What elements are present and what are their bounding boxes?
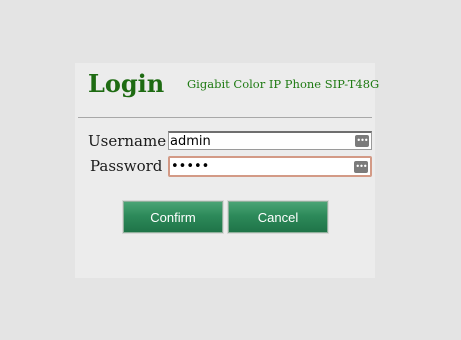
password-manager-key-icon[interactable]: ••• [355,135,369,147]
password-manager-key-icon[interactable]: ••• [354,160,368,173]
device-model-label: Gigabit Color IP Phone SIP-T48G [187,77,380,91]
confirm-button[interactable]: Confirm [122,200,224,234]
divider [78,117,372,118]
password-label: Password [90,157,163,175]
page-title: Login [88,69,165,98]
cancel-button[interactable]: Cancel [227,200,329,234]
password-field-container: ••• [168,156,372,177]
password-input[interactable] [170,159,354,174]
username-input[interactable] [169,133,355,149]
login-panel: Login Gigabit Color IP Phone SIP-T48G Us… [75,63,379,278]
username-label: Username [88,132,167,150]
username-field-container: ••• [168,131,372,150]
